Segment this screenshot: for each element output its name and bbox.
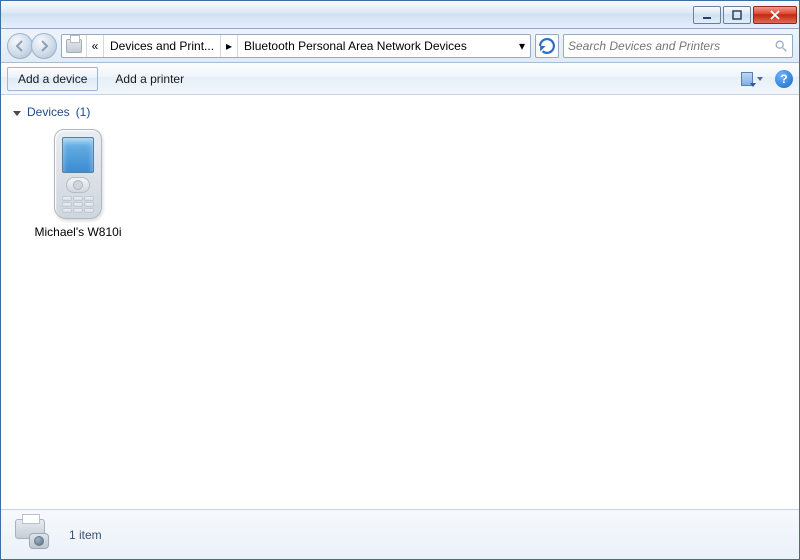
device-grid: Michael's W810i [13, 125, 787, 239]
group-header-devices[interactable]: Devices (1) [13, 105, 787, 119]
maximize-button[interactable] [723, 6, 751, 24]
add-device-button[interactable]: Add a device [7, 67, 98, 91]
group-label: Devices [27, 105, 70, 119]
location-icon-segment[interactable] [62, 35, 87, 57]
maximize-icon [732, 10, 742, 20]
add-device-label: Add a device [18, 72, 87, 86]
close-button[interactable] [753, 6, 797, 24]
group-count: (1) [76, 105, 91, 119]
chevron-down-icon [757, 77, 763, 81]
chevron-left-icon: « [91, 39, 99, 53]
forward-arrow-icon [38, 40, 50, 52]
help-icon: ? [780, 72, 787, 86]
explorer-window: « Devices and Print... ▸ Bluetooth Perso… [0, 0, 800, 560]
minimize-icon [702, 10, 712, 20]
device-name: Michael's W810i [35, 225, 122, 239]
device-item[interactable]: Michael's W810i [23, 125, 133, 239]
back-button[interactable] [7, 33, 33, 59]
address-bar[interactable]: « Devices and Print... ▸ Bluetooth Perso… [61, 34, 531, 58]
devices-printers-icon [66, 39, 82, 53]
address-dropdown[interactable]: ▾ [514, 35, 530, 57]
search-box[interactable] [563, 34, 793, 58]
breadcrumb-level1-chevron[interactable]: ▸ [221, 35, 238, 57]
nav-buttons [7, 33, 57, 59]
add-printer-button[interactable]: Add a printer [104, 67, 195, 91]
toolbar: Add a device Add a printer ? [1, 63, 799, 95]
help-button[interactable]: ? [775, 70, 793, 88]
phone-icon [54, 129, 102, 219]
devices-printers-large-icon [11, 517, 55, 553]
chevron-right-icon: ▸ [225, 39, 233, 53]
breadcrumb-level2[interactable]: Bluetooth Personal Area Network Devices [238, 35, 514, 57]
titlebar [1, 1, 799, 29]
status-bar: 1 item [1, 509, 799, 559]
minimize-button[interactable] [693, 6, 721, 24]
search-icon [774, 39, 788, 53]
breadcrumb-level1-label: Devices and Print... [110, 39, 214, 53]
chevron-down-icon: ▾ [518, 39, 526, 53]
search-input[interactable] [568, 39, 774, 53]
refresh-button[interactable] [535, 34, 559, 58]
status-summary: 1 item [69, 528, 102, 542]
nav-row: « Devices and Print... ▸ Bluetooth Perso… [1, 29, 799, 63]
overflow-chevron[interactable]: « [87, 35, 104, 57]
view-options-icon [741, 72, 753, 86]
back-arrow-icon [14, 40, 26, 52]
group-expand-icon [13, 111, 21, 116]
view-options-button[interactable] [741, 68, 763, 90]
close-icon [770, 10, 780, 20]
add-printer-label: Add a printer [115, 72, 184, 86]
refresh-icon [536, 35, 558, 57]
forward-button[interactable] [31, 33, 57, 59]
breadcrumb-level2-label: Bluetooth Personal Area Network Devices [244, 39, 467, 53]
breadcrumb-level1[interactable]: Devices and Print... [104, 35, 221, 57]
content-area[interactable]: Devices (1) Michael's W810i [1, 95, 799, 509]
